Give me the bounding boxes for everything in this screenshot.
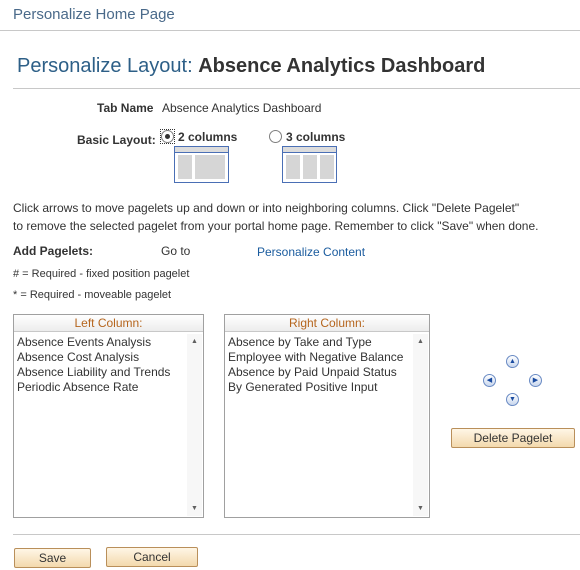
title-prefix: Personalize Layout:: [17, 55, 193, 77]
list-item[interactable]: Periodic Absence Rate: [17, 380, 185, 395]
move-up-icon[interactable]: ▲: [506, 355, 519, 368]
two-column-layout-icon[interactable]: [174, 146, 229, 183]
list-item[interactable]: Absence Cost Analysis: [17, 350, 185, 365]
left-column-listbox[interactable]: Left Column: Absence Events Analysis Abse…: [13, 314, 204, 518]
personalize-content-link[interactable]: Personalize Content: [257, 245, 365, 259]
left-column-scrollbar[interactable]: ▲ ▼: [187, 334, 202, 516]
basic-layout-label: Basic Layout:: [77, 133, 156, 147]
scroll-up-icon[interactable]: ▲: [413, 334, 428, 349]
two-columns-label[interactable]: 2 columns: [178, 130, 237, 144]
list-item[interactable]: By Generated Positive Input: [228, 380, 411, 395]
list-item[interactable]: Absence Events Analysis: [17, 335, 185, 350]
three-columns-label[interactable]: 3 columns: [286, 130, 345, 144]
header-divider: [0, 30, 580, 31]
move-right-icon[interactable]: ▶: [529, 374, 542, 387]
page-title: Personalize Layout: Absence Analytics Da…: [17, 55, 485, 78]
move-down-icon[interactable]: ▼: [506, 393, 519, 406]
left-column-items: Absence Events Analysis Absence Cost Anal…: [17, 335, 185, 395]
two-columns-radio[interactable]: [160, 129, 175, 144]
three-columns-radio[interactable]: [269, 130, 282, 143]
cancel-button[interactable]: Cancel: [106, 547, 198, 567]
right-column-listbox[interactable]: Right Column: Absence by Take and Type Em…: [224, 314, 430, 518]
right-column-items: Absence by Take and Type Employee with Ne…: [228, 335, 411, 395]
three-column-layout-icon[interactable]: [282, 146, 337, 183]
title-name: Absence Analytics Dashboard: [198, 55, 486, 77]
scroll-up-icon[interactable]: ▲: [187, 334, 202, 349]
list-item[interactable]: Employee with Negative Balance: [228, 350, 411, 365]
tab-name-label: Tab Name: [97, 101, 154, 115]
footer-divider: [13, 534, 580, 535]
scroll-down-icon[interactable]: ▼: [187, 501, 202, 516]
list-item[interactable]: Absence by Paid Unpaid Status: [228, 365, 411, 380]
right-column-header: Right Column:: [225, 315, 429, 332]
tab-name-value: Absence Analytics Dashboard: [162, 101, 322, 115]
instructions-line-1: Click arrows to move pagelets up and dow…: [13, 201, 520, 215]
radio-checked-icon: [161, 130, 174, 143]
add-pagelets-label: Add Pagelets:: [13, 244, 94, 258]
delete-pagelet-button[interactable]: Delete Pagelet: [451, 428, 575, 448]
title-divider: [13, 88, 580, 89]
instructions: Click arrows to move pagelets up and dow…: [13, 199, 573, 235]
required-moveable-note: * = Required - moveable pagelet: [13, 289, 172, 301]
goto-label: Go to: [161, 244, 191, 258]
list-item[interactable]: Absence by Take and Type: [228, 335, 411, 350]
instructions-line-2: to remove the selected pagelet from your…: [13, 219, 539, 233]
left-column-header: Left Column:: [14, 315, 203, 332]
scroll-down-icon[interactable]: ▼: [413, 501, 428, 516]
page-header: Personalize Home Page: [13, 6, 175, 23]
radio-unchecked-icon: [269, 130, 282, 143]
save-button[interactable]: Save: [14, 548, 91, 568]
right-column-scrollbar[interactable]: ▲ ▼: [413, 334, 428, 516]
move-left-icon[interactable]: ◀: [483, 374, 496, 387]
required-fixed-note: # = Required - fixed position pagelet: [13, 268, 190, 280]
list-item[interactable]: Absence Liability and Trends: [17, 365, 185, 380]
